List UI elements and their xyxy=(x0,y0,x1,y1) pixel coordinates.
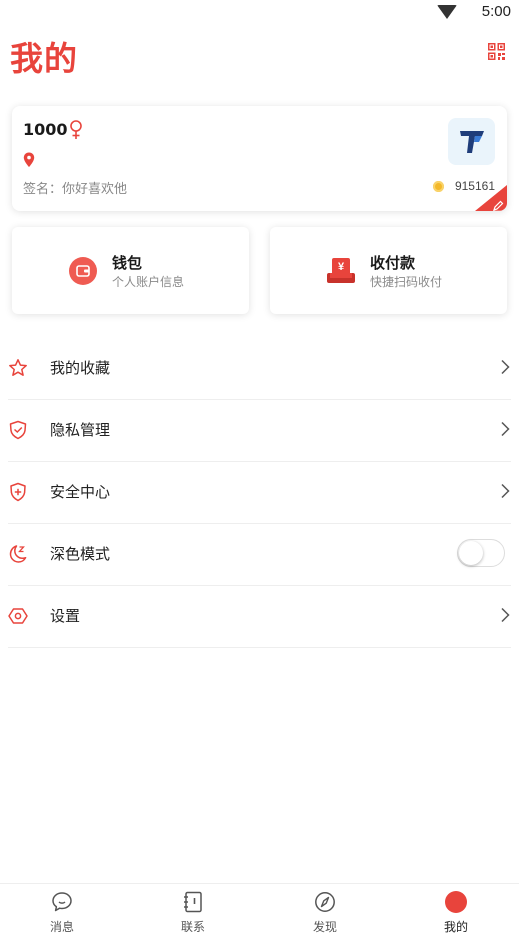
menu-item-dark-mode: 深色模式 xyxy=(8,524,511,586)
menu-item-security[interactable]: 安全中心 xyxy=(8,462,511,524)
payment-subtitle: 快捷扫码收付 xyxy=(370,275,443,289)
nav-tab-discover[interactable]: 发现 xyxy=(280,884,370,937)
menu-item-privacy[interactable]: 隐私管理 xyxy=(8,400,511,462)
coin-icon xyxy=(433,181,444,192)
chevron-right-icon xyxy=(500,483,510,499)
chat-icon xyxy=(52,892,72,912)
nav-label-contacts: 联系 xyxy=(180,920,205,934)
qr-code-icon[interactable] xyxy=(488,43,505,60)
menu-item-settings[interactable]: 设置 xyxy=(8,586,511,648)
svg-text:¥: ¥ xyxy=(338,261,345,273)
compass-icon xyxy=(315,892,335,912)
wifi-icon xyxy=(437,5,457,19)
dark-mode-toggle[interactable] xyxy=(457,539,505,567)
payment-card[interactable]: ¥ 收付款 快捷扫码收付 xyxy=(270,227,507,314)
chevron-right-icon xyxy=(500,607,510,623)
moon-icon xyxy=(8,544,28,564)
nav-tab-contacts[interactable]: 联系 xyxy=(148,884,238,937)
avatar-logo-icon xyxy=(460,131,484,153)
menu-label-settings: 设置 xyxy=(50,607,81,625)
menu-label-security: 安全中心 xyxy=(50,483,111,501)
female-icon xyxy=(69,120,83,140)
profile-card[interactable]: 1000 签名：你好喜欢他 915161 xyxy=(12,106,507,211)
signature-text: 签名：你好喜欢他 xyxy=(23,182,128,197)
menu-label-dark-mode: 深色模式 xyxy=(50,545,111,563)
status-time: 5:00 xyxy=(481,3,511,20)
menu-label-privacy: 隐私管理 xyxy=(50,421,111,439)
bottom-nav: 消息 联系 发现 我的 xyxy=(0,883,519,937)
app-screen: 5:00 我的 1000 签名：你好喜欢他 915161 钱包 个人账户信息 ¥… xyxy=(0,0,519,937)
profile-name: 1000 xyxy=(23,120,68,139)
star-icon xyxy=(8,358,28,378)
shield-plus-icon xyxy=(8,482,28,502)
location-pin-icon xyxy=(23,152,35,168)
gear-icon xyxy=(8,606,28,626)
payment-yuan-icon: ¥ xyxy=(326,256,356,286)
wallet-subtitle: 个人账户信息 xyxy=(112,275,185,289)
contacts-book-icon xyxy=(184,891,202,913)
nav-label-discover: 发现 xyxy=(312,920,337,934)
status-bar: 5:00 xyxy=(0,0,519,26)
menu-list: 我的收藏 隐私管理 安全中心 深色模式 设置 xyxy=(8,338,511,648)
user-icon xyxy=(445,891,497,916)
menu-label-favorites: 我的收藏 xyxy=(50,359,111,377)
nav-label-messages: 消息 xyxy=(49,920,74,934)
chevron-right-icon xyxy=(500,421,510,437)
edit-pencil-icon[interactable] xyxy=(492,197,504,211)
nav-tab-me[interactable]: 我的 xyxy=(411,884,501,937)
payment-title: 收付款 xyxy=(370,254,416,272)
avatar[interactable] xyxy=(448,118,495,165)
nav-tab-messages[interactable]: 消息 xyxy=(17,884,107,937)
toggle-knob xyxy=(459,541,483,565)
wallet-icon xyxy=(69,257,97,285)
chevron-right-icon xyxy=(500,359,510,375)
wallet-title: 钱包 xyxy=(112,254,143,272)
page-title: 我的 xyxy=(10,39,78,78)
shield-heart-icon xyxy=(8,420,28,440)
nav-label-me: 我的 xyxy=(443,920,468,934)
menu-item-favorites[interactable]: 我的收藏 xyxy=(8,338,511,400)
wallet-card[interactable]: 钱包 个人账户信息 xyxy=(12,227,249,314)
